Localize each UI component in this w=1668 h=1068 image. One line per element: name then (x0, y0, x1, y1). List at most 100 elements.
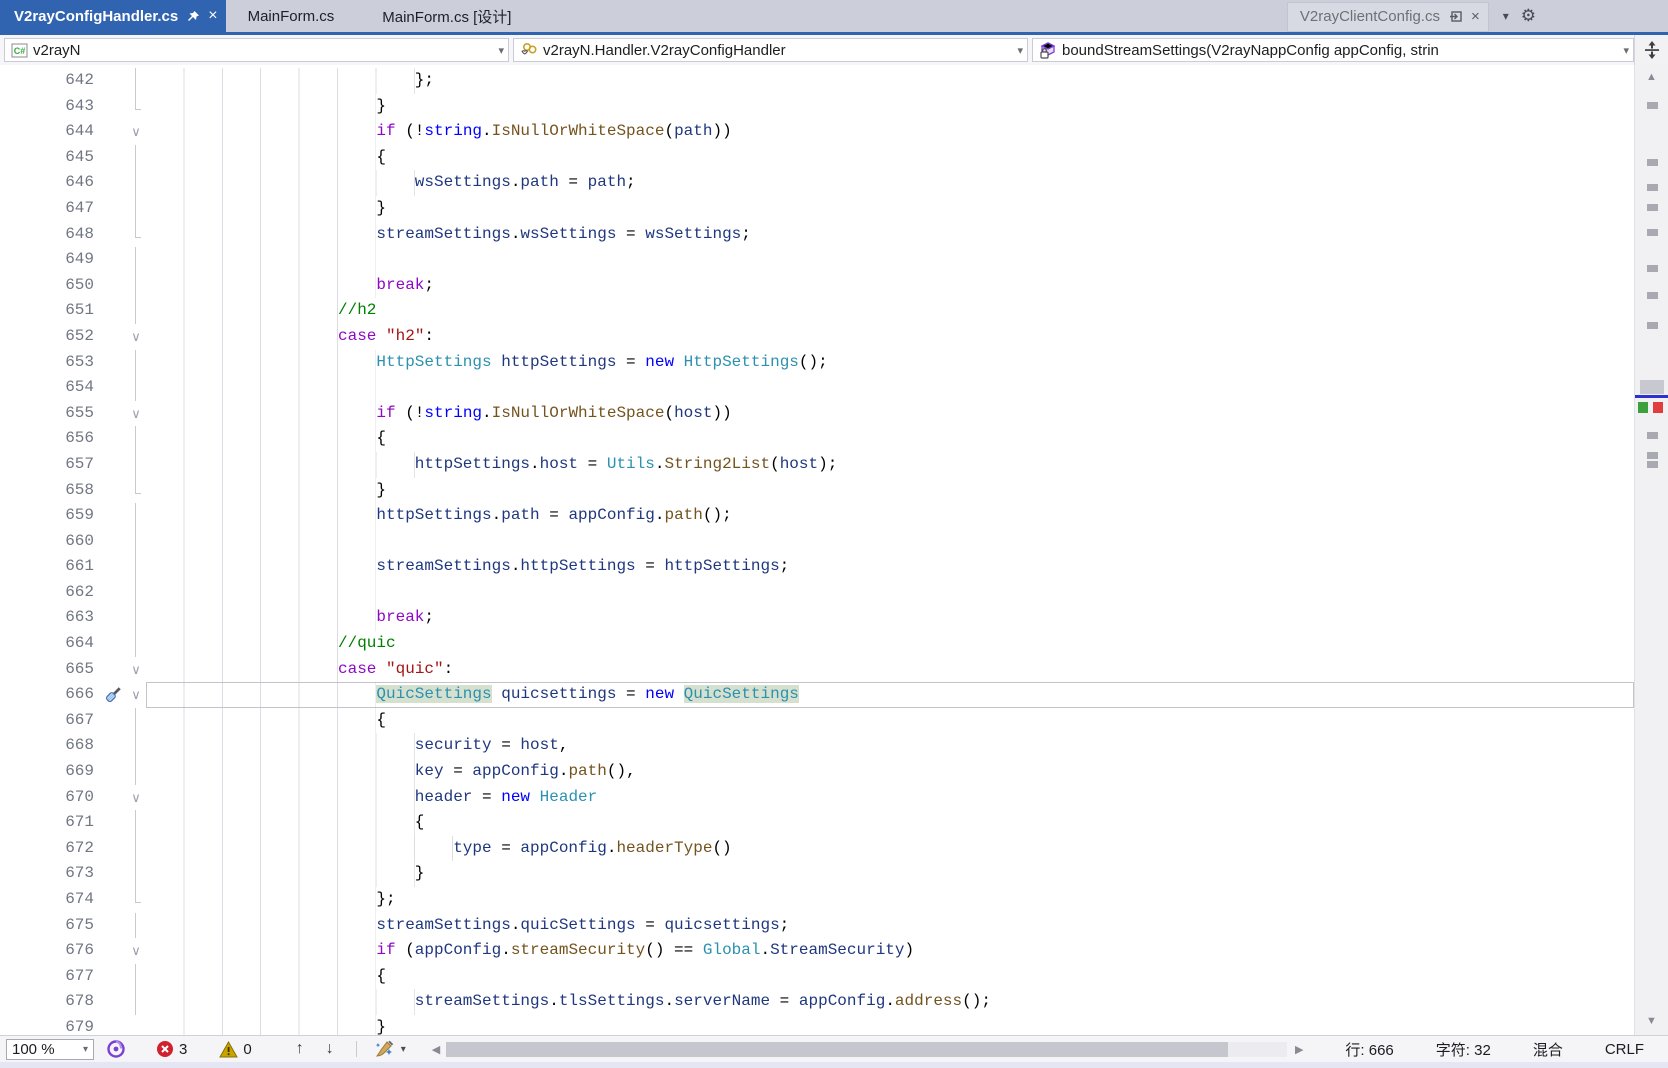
line-number[interactable]: 664 (0, 631, 100, 657)
line-number[interactable]: 665 (0, 657, 100, 683)
line-number[interactable]: 656 (0, 426, 100, 452)
line-number[interactable]: 668 (0, 733, 100, 759)
code-line[interactable]: 673} (0, 861, 1634, 887)
code-line[interactable]: 678 streamSettings.tlsSettings.serverName… (0, 989, 1634, 1015)
scroll-left-icon[interactable]: ◀ (432, 1043, 440, 1056)
scroll-right-icon[interactable]: ▶ (1295, 1043, 1303, 1056)
code-line[interactable]: 664 //quic (0, 631, 1634, 657)
code-text[interactable]: break; (146, 272, 1634, 299)
error-icon[interactable] (156, 1040, 174, 1058)
code-text[interactable]: { (146, 426, 1634, 452)
code-text[interactable]: } (146, 477, 1634, 504)
line-number[interactable]: 677 (0, 964, 100, 990)
tab-v2rayconfighandler[interactable]: V2rayConfigHandler.cs × (0, 0, 226, 32)
code-line[interactable]: 643} (0, 93, 1634, 120)
line-number[interactable]: 669 (0, 759, 100, 785)
line-number[interactable]: 658 (0, 478, 100, 504)
code-text[interactable]: } (146, 93, 1634, 120)
line-number[interactable]: 671 (0, 810, 100, 836)
line-number[interactable]: 659 (0, 503, 100, 529)
chevron-down-icon[interactable]: ▾ (401, 1044, 406, 1055)
type-dropdown[interactable]: v2rayN.Handler.V2rayConfigHandler ▾ (513, 38, 1028, 62)
code-text[interactable]: security = host, (146, 733, 1634, 760)
line-number[interactable]: 673 (0, 861, 100, 887)
horizontal-scrollbar[interactable] (446, 1041, 1287, 1057)
tab-mainform-design[interactable]: MainForm.cs [设计] (360, 0, 537, 32)
line-number[interactable]: 663 (0, 605, 100, 631)
code-text[interactable]: case "quic": (146, 656, 1634, 683)
code-text[interactable]: }; (146, 68, 1634, 94)
line-number[interactable]: 678 (0, 989, 100, 1015)
split-editor-handle[interactable] (1634, 35, 1668, 65)
code-text[interactable]: if (!string.IsNullOrWhiteSpace(path)) (146, 119, 1634, 145)
line-number[interactable]: 660 (0, 529, 100, 555)
code-text[interactable]: break; (146, 605, 1634, 632)
line-number[interactable]: 650 (0, 273, 100, 299)
code-line[interactable]: 648 streamSettings.wsSettings = wsSetting… (0, 221, 1634, 248)
line-number[interactable]: 646 (0, 170, 100, 196)
collapse-chevron-icon[interactable]: ∨ (126, 938, 146, 964)
keep-open-icon[interactable] (1449, 10, 1463, 23)
next-issue-icon[interactable]: ↓ (326, 1040, 334, 1058)
line-number[interactable]: 653 (0, 350, 100, 376)
collapse-chevron-icon[interactable]: ∨ (126, 324, 146, 350)
line-number[interactable]: 661 (0, 554, 100, 580)
line-number[interactable]: 675 (0, 913, 100, 939)
code-line[interactable]: 669 key = appConfig.path(), (0, 759, 1634, 785)
code-line[interactable]: 676 ∨ if (appConfig.streamSecurity() == Gl… (0, 938, 1634, 964)
code-text[interactable]: } (146, 861, 1634, 887)
line-number[interactable]: 642 (0, 68, 100, 94)
vertical-scrollbar[interactable]: ▲ ▼ (1634, 65, 1668, 1035)
code-line[interactable]: 662 (0, 579, 1634, 606)
code-line[interactable]: 649 (0, 247, 1634, 273)
code-text[interactable]: } (146, 1014, 1634, 1035)
collapse-chevron-icon[interactable]: ∨ (126, 401, 146, 427)
line-number[interactable]: 674 (0, 887, 100, 913)
code-text[interactable]: //h2 (146, 298, 1634, 324)
code-line[interactable]: 654 (0, 375, 1634, 401)
collapse-chevron-icon[interactable]: ∨ (126, 785, 146, 811)
code-line[interactable]: 670 ∨ header = new Header (0, 784, 1634, 811)
gear-icon[interactable]: ⚙ (1521, 6, 1536, 26)
tab-mainform[interactable]: MainForm.cs (226, 0, 361, 32)
code-line[interactable]: 658} (0, 477, 1634, 504)
code-line[interactable]: 668 security = host, (0, 733, 1634, 760)
code-text[interactable]: streamSettings.tlsSettings.serverName = … (146, 989, 1634, 1015)
member-dropdown[interactable]: boundStreamSettings(V2rayNappConfig appC… (1032, 38, 1634, 62)
code-line[interactable]: 644 ∨ if (!string.IsNullOrWhiteSpace(path)… (0, 119, 1634, 145)
code-text[interactable]: { (146, 963, 1634, 990)
collapse-chevron-icon[interactable]: ∨ (126, 682, 146, 708)
code-text[interactable]: { (146, 707, 1634, 734)
code-line[interactable]: 663 break; (0, 605, 1634, 632)
code-line[interactable]: 659 httpSettings.path = appConfig.path(); (0, 503, 1634, 529)
line-number[interactable]: 662 (0, 580, 100, 606)
code-text[interactable]: if (appConfig.streamSecurity() == Global… (146, 938, 1634, 964)
warning-icon[interactable] (219, 1040, 239, 1058)
code-text[interactable]: type = appConfig.headerType() (146, 835, 1634, 862)
code-line[interactable]: 651 //h2 (0, 298, 1634, 324)
code-text[interactable] (146, 579, 1634, 606)
code-line[interactable]: 672 type = appConfig.headerType() (0, 835, 1634, 862)
project-dropdown[interactable]: C# v2rayN ▾ (4, 38, 509, 62)
line-number[interactable]: 651 (0, 298, 100, 324)
close-icon[interactable]: × (208, 7, 217, 25)
code-line[interactable]: 675 streamSettings.quicSettings = quicset… (0, 912, 1634, 939)
code-line[interactable]: 642}; (0, 68, 1634, 94)
code-text[interactable]: httpSettings.path = appConfig.path(); (146, 503, 1634, 529)
line-number[interactable]: 645 (0, 145, 100, 171)
vertical-scrollbar-thumb[interactable] (1640, 380, 1664, 394)
code-line[interactable]: 666 ∨ QuicSettings quicsettings = new Quic… (0, 682, 1634, 708)
code-line[interactable]: 657 httpSettings.host = Utils.String2List… (0, 451, 1634, 478)
code-text[interactable]: //quic (146, 631, 1634, 657)
line-number[interactable]: 667 (0, 708, 100, 734)
code-area[interactable]: 642}; 643} 644 ∨ if (!string.IsNullOrWhiteSp… (0, 65, 1634, 1035)
line-number[interactable]: 676 (0, 938, 100, 964)
code-text[interactable]: streamSettings.quicSettings = quicsettin… (146, 912, 1634, 939)
horizontal-scrollbar-thumb[interactable] (446, 1041, 1229, 1057)
code-text[interactable] (146, 247, 1634, 273)
code-line[interactable]: 645 { (0, 144, 1634, 171)
code-text[interactable]: key = appConfig.path(), (146, 759, 1634, 785)
purple-extension-icon[interactable] (106, 1039, 126, 1059)
code-line[interactable]: 650 break; (0, 272, 1634, 299)
code-line[interactable]: 655 ∨ if (!string.IsNullOrWhiteSpace(host)… (0, 400, 1634, 427)
